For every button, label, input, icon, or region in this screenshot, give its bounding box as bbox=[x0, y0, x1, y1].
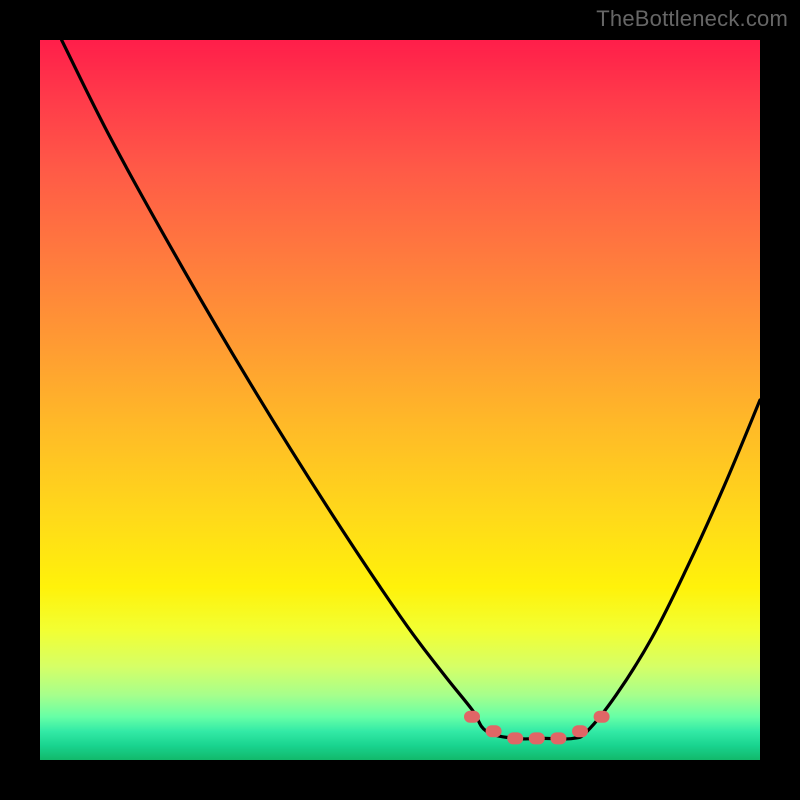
bottleneck-curve bbox=[62, 40, 760, 739]
watermark-text: TheBottleneck.com bbox=[596, 6, 788, 32]
optimal-marker bbox=[507, 732, 523, 744]
optimal-marker bbox=[486, 725, 502, 737]
optimal-marker bbox=[594, 711, 610, 723]
optimal-marker bbox=[529, 732, 545, 744]
optimal-marker bbox=[572, 725, 588, 737]
optimal-range-markers bbox=[464, 711, 610, 745]
gradient-plot-area bbox=[40, 40, 760, 760]
curve-overlay bbox=[40, 40, 760, 760]
optimal-marker bbox=[550, 732, 566, 744]
optimal-marker bbox=[464, 711, 480, 723]
chart-frame: TheBottleneck.com bbox=[0, 0, 800, 800]
